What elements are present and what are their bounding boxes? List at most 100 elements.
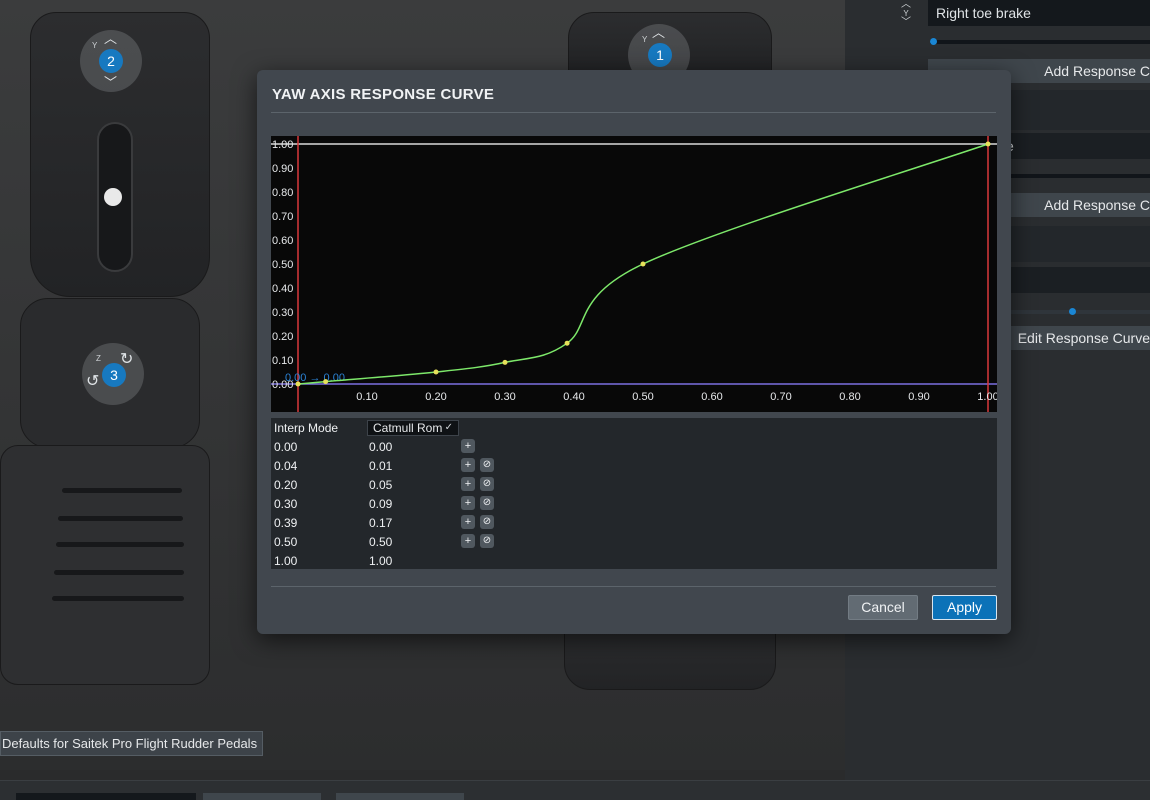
- axis-number: 3: [102, 363, 126, 387]
- point-input-value[interactable]: 0.50: [274, 535, 297, 549]
- y-tick-label: 0.40: [272, 283, 293, 295]
- interp-mode-row: Interp Mode Catmull Rom ✓: [271, 418, 997, 437]
- chevron-up-icon: ︿: [652, 25, 666, 40]
- point-input-value[interactable]: 0.30: [274, 497, 297, 511]
- response-curve-dialog: YAW AXIS RESPONSE CURVE 0.00 0.10 0.20 0.30…: [257, 70, 1011, 634]
- add-point-icon[interactable]: +: [461, 534, 475, 548]
- curve-point-row: 0.30 0.09 + ⊘: [271, 494, 997, 513]
- curve-control-point[interactable]: [564, 340, 570, 346]
- point-output-value[interactable]: 0.05: [369, 478, 392, 492]
- y-tick-label: 1.00: [272, 139, 293, 151]
- left-pedal-plate: [0, 445, 210, 685]
- dialog-title: YAW AXIS RESPONSE CURVE: [272, 86, 495, 103]
- bottom-bar: [0, 780, 1150, 800]
- chevron-down-icon: ﹀: [901, 17, 911, 28]
- curve-control-point[interactable]: [433, 369, 439, 375]
- axis-number: 2: [99, 49, 123, 73]
- curve-point-row: 1.00 1.00: [271, 551, 997, 570]
- curve-control-point[interactable]: [985, 141, 991, 147]
- bottom-button[interactable]: [336, 793, 464, 800]
- chevron-up-icon: ︿: [901, 0, 911, 10]
- x-tick-label: 0.90: [908, 391, 929, 403]
- curve-points-table: Interp Mode Catmull Rom ✓ 0.00 0.00 +0.04 0…: [271, 418, 997, 569]
- point-output-value[interactable]: 0.00: [369, 440, 392, 454]
- point-input-value[interactable]: 0.04: [274, 459, 297, 473]
- chevron-down-icon: ✓: [444, 422, 453, 433]
- x-tick-label: 0.20: [425, 391, 446, 403]
- right-toe-brake-slider[interactable]: [930, 38, 1150, 45]
- x-tick-label: 0.80: [839, 391, 860, 403]
- chevron-down-icon: ﹀: [104, 75, 118, 90]
- remove-point-icon[interactable]: ⊘: [480, 477, 494, 491]
- add-point-icon[interactable]: +: [461, 515, 475, 529]
- right-pedal-bottom: [564, 632, 776, 690]
- add-point-icon[interactable]: +: [461, 496, 475, 510]
- pedal-ridge: [58, 516, 183, 521]
- x-tick-label: 0.70: [770, 391, 791, 403]
- axis-badge-3[interactable]: ↻ Z 3 ↺: [82, 343, 144, 405]
- response-curve-chart[interactable]: 0.00 0.10 0.20 0.30 0.40 0.50 0.60 0.70 0.80 0.90…: [271, 136, 997, 412]
- point-output-value[interactable]: 0.50: [369, 535, 392, 549]
- y-tick-label: 0.60: [272, 235, 293, 247]
- point-input-value[interactable]: 0.39: [274, 516, 297, 530]
- pedal-slot-knob: [104, 188, 122, 206]
- point-output-value[interactable]: 0.09: [369, 497, 392, 511]
- right-toe-brake-field[interactable]: Right toe brake: [928, 0, 1150, 26]
- y-tick-label: 0.90: [272, 163, 293, 175]
- point-input-value[interactable]: 1.00: [274, 554, 297, 568]
- y-tick-label: 0.70: [272, 211, 293, 223]
- cancel-button[interactable]: Cancel: [848, 595, 918, 620]
- chart-svg[interactable]: 0.000.100.200.300.400.500.600.700.800.90…: [271, 136, 997, 412]
- axis-letter: Y: [642, 35, 648, 44]
- curve-control-point[interactable]: [640, 261, 646, 267]
- bottom-field[interactable]: [16, 793, 196, 800]
- curve-control-point[interactable]: [323, 379, 329, 385]
- defaults-button[interactable]: Defaults for Saitek Pro Flight Rudder Pe…: [0, 731, 263, 756]
- remove-point-icon[interactable]: ⊘: [480, 515, 494, 529]
- pedal-ridge: [52, 596, 184, 601]
- add-point-icon[interactable]: +: [461, 439, 475, 453]
- x-tick-label: 1.00: [977, 391, 997, 403]
- point-input-value[interactable]: 0.20: [274, 478, 297, 492]
- y-tick-label: 0.20: [272, 331, 293, 343]
- pedal-ridge: [54, 570, 184, 575]
- add-point-icon[interactable]: +: [461, 458, 475, 472]
- point-output-value[interactable]: 1.00: [369, 554, 392, 568]
- axis-letter: Z: [96, 354, 101, 363]
- curve-point-row: 0.04 0.01 + ⊘: [271, 456, 997, 475]
- add-point-icon[interactable]: +: [461, 477, 475, 491]
- y-tick-label: 0.80: [272, 187, 293, 199]
- axis-letter: Y: [92, 41, 98, 50]
- y-tick-label: 0.50: [272, 259, 293, 271]
- interp-mode-value: Catmull Rom: [373, 421, 443, 435]
- point-output-value[interactable]: 0.01: [369, 459, 392, 473]
- point-output-value[interactable]: 0.17: [369, 516, 392, 530]
- axis-number: 1: [648, 43, 672, 67]
- y-tick-label: 0.10: [272, 355, 293, 367]
- rotate-counterclockwise-icon: ↺: [86, 373, 100, 390]
- remove-point-icon[interactable]: ⊘: [480, 496, 494, 510]
- curve-control-point[interactable]: [502, 359, 508, 365]
- x-tick-label: 0.10: [356, 391, 377, 403]
- apply-button[interactable]: Apply: [932, 595, 997, 620]
- slider-handle[interactable]: [930, 38, 937, 45]
- curve-point-row: 0.20 0.05 + ⊘: [271, 475, 997, 494]
- pedal-ridge: [56, 542, 184, 547]
- footer-separator: [271, 586, 996, 587]
- axis-stepper[interactable]: ︿ Y ﹀: [895, 0, 917, 28]
- curve-point-row: 0.00 0.00 +: [271, 437, 997, 456]
- remove-point-icon[interactable]: ⊘: [480, 534, 494, 548]
- x-tick-label: 0.60: [701, 391, 722, 403]
- interp-mode-select[interactable]: Catmull Rom ✓: [367, 420, 459, 436]
- remove-point-icon[interactable]: ⊘: [480, 458, 494, 472]
- y-tick-label: 0.30: [272, 307, 293, 319]
- title-separator: [271, 112, 996, 113]
- bottom-button[interactable]: [203, 793, 321, 800]
- slider-handle[interactable]: [1069, 308, 1076, 315]
- axis-badge-2[interactable]: ︿ Y 2 ﹀: [80, 30, 142, 92]
- curve-point-row: 0.39 0.17 + ⊘: [271, 513, 997, 532]
- point-input-value[interactable]: 0.00: [274, 440, 297, 454]
- x-tick-label: 0.30: [494, 391, 515, 403]
- chevron-up-icon: ︿: [104, 31, 118, 46]
- curve-control-point[interactable]: [295, 381, 301, 387]
